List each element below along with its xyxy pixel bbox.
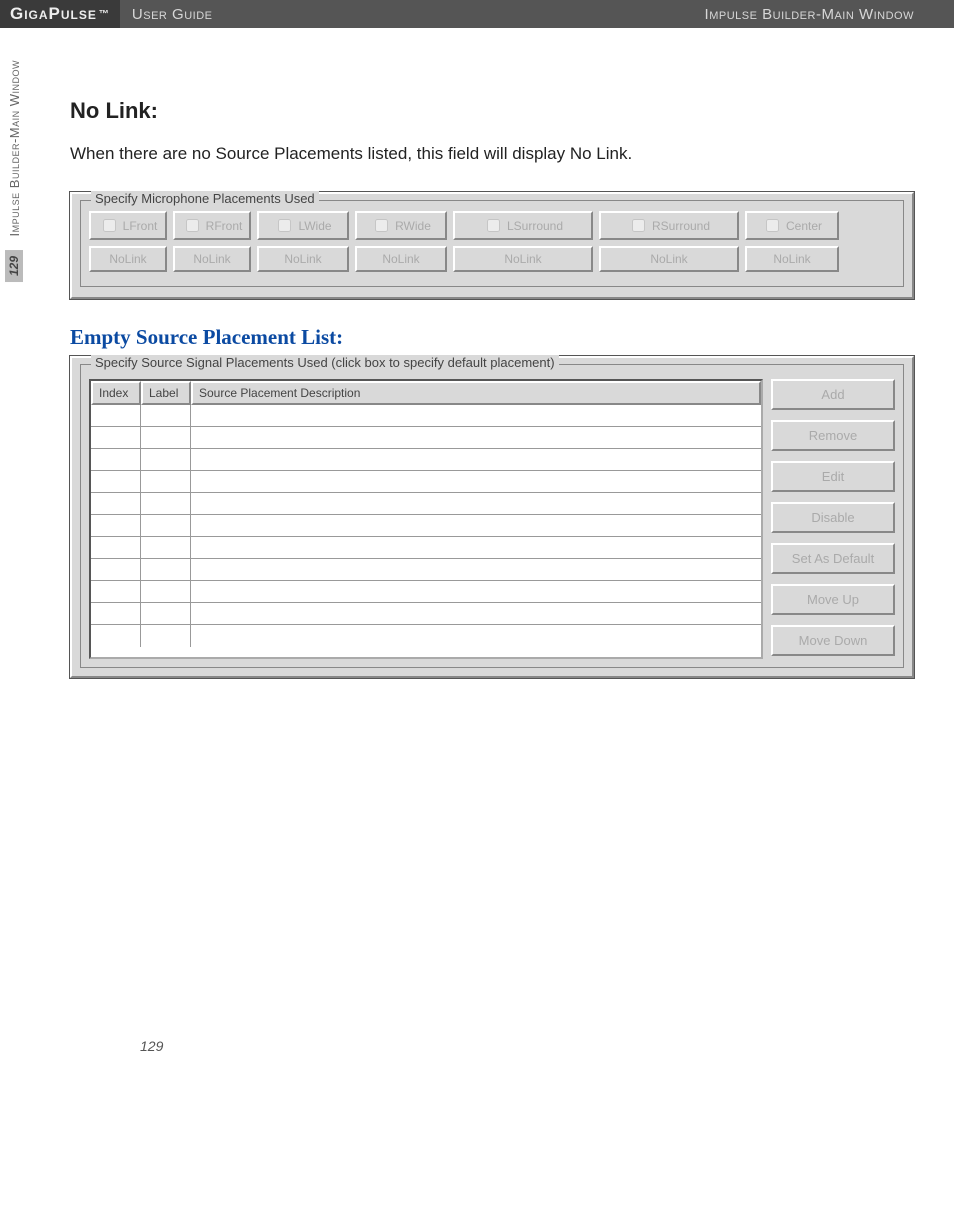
- move-up-button[interactable]: Move Up: [771, 584, 895, 615]
- table-row[interactable]: [91, 537, 761, 559]
- guide-label: User Guide: [120, 6, 705, 23]
- set-default-button[interactable]: Set As Default: [771, 543, 895, 574]
- nolink-paragraph: When there are no Source Placements list…: [70, 144, 914, 164]
- checkbox-icon: [186, 219, 199, 232]
- col-description[interactable]: Source Placement Description: [191, 381, 761, 405]
- mic-placements-panel: Specify Microphone Placements Used LFron…: [70, 192, 914, 299]
- checkbox-icon: [632, 219, 645, 232]
- table-row[interactable]: [91, 405, 761, 427]
- product-text: GigaPulse: [10, 4, 97, 24]
- source-table[interactable]: Index Label Source Placement Description: [89, 379, 763, 659]
- edit-button[interactable]: Edit: [771, 461, 895, 492]
- table-header: Index Label Source Placement Description: [91, 381, 761, 405]
- product-name: GigaPulse™: [0, 0, 120, 28]
- mic-legend: Specify Microphone Placements Used: [91, 191, 319, 206]
- disable-button[interactable]: Disable: [771, 502, 895, 533]
- chk-label: RFront: [206, 219, 243, 233]
- source-buttons: Add Remove Edit Disable Set As Default M…: [771, 379, 895, 659]
- chk-lsurround[interactable]: LSurround: [453, 211, 593, 240]
- table-row[interactable]: [91, 471, 761, 493]
- table-row[interactable]: [91, 427, 761, 449]
- checkbox-icon: [766, 219, 779, 232]
- btn-nolink-1[interactable]: NoLink: [173, 246, 251, 272]
- checkbox-icon: [278, 219, 291, 232]
- col-label[interactable]: Label: [141, 381, 191, 405]
- btn-nolink-6[interactable]: NoLink: [745, 246, 839, 272]
- table-row[interactable]: [91, 603, 761, 625]
- mic-fieldset: Specify Microphone Placements Used LFron…: [80, 200, 904, 287]
- add-button[interactable]: Add: [771, 379, 895, 410]
- chk-rfront[interactable]: RFront: [173, 211, 251, 240]
- side-tab: Impulse Builder-Main Window 129: [0, 60, 28, 350]
- side-page-number: 129: [5, 250, 23, 282]
- table-row[interactable]: [91, 581, 761, 603]
- chk-label: RSurround: [652, 219, 710, 233]
- src-fieldset: Specify Source Signal Placements Used (c…: [80, 364, 904, 668]
- btn-nolink-2[interactable]: NoLink: [257, 246, 349, 272]
- btn-nolink-5[interactable]: NoLink: [599, 246, 739, 272]
- move-down-button[interactable]: Move Down: [771, 625, 895, 656]
- btn-nolink-0[interactable]: NoLink: [89, 246, 167, 272]
- chk-center[interactable]: Center: [745, 211, 839, 240]
- remove-button[interactable]: Remove: [771, 420, 895, 451]
- table-row[interactable]: [91, 449, 761, 471]
- chk-rsurround[interactable]: RSurround: [599, 211, 739, 240]
- mic-button-row: NoLink NoLink NoLink NoLink NoLink NoLin…: [89, 246, 895, 272]
- table-row[interactable]: [91, 559, 761, 581]
- chk-label: LFront: [123, 219, 158, 233]
- chk-lwide[interactable]: LWide: [257, 211, 349, 240]
- side-section-label: Impulse Builder-Main Window: [7, 60, 22, 246]
- checkbox-icon: [487, 219, 500, 232]
- chk-label: LSurround: [507, 219, 563, 233]
- col-index[interactable]: Index: [91, 381, 141, 405]
- chk-lfront[interactable]: LFront: [89, 211, 167, 240]
- section-label: Impulse Builder-Main Window: [705, 6, 954, 23]
- chk-label: RWide: [395, 219, 431, 233]
- btn-nolink-4[interactable]: NoLink: [453, 246, 593, 272]
- table-row[interactable]: [91, 515, 761, 537]
- checkbox-icon: [375, 219, 388, 232]
- checkbox-icon: [103, 219, 116, 232]
- nolink-heading: No Link:: [70, 98, 914, 124]
- src-legend: Specify Source Signal Placements Used (c…: [91, 355, 559, 370]
- top-bar: GigaPulse™ User Guide Impulse Builder-Ma…: [0, 0, 954, 28]
- page-number-footer: 129: [140, 1038, 954, 1054]
- empty-source-heading: Empty Source Placement List:: [70, 325, 914, 350]
- table-row[interactable]: [91, 625, 761, 647]
- mic-checkbox-row: LFront RFront LWide RWide LSurround RSur…: [89, 211, 895, 240]
- trademark: ™: [99, 9, 110, 20]
- source-placements-panel: Specify Source Signal Placements Used (c…: [70, 356, 914, 678]
- chk-label: LWide: [298, 219, 331, 233]
- chk-label: Center: [786, 219, 822, 233]
- btn-nolink-3[interactable]: NoLink: [355, 246, 447, 272]
- chk-rwide[interactable]: RWide: [355, 211, 447, 240]
- table-row[interactable]: [91, 493, 761, 515]
- table-rows: [91, 405, 761, 647]
